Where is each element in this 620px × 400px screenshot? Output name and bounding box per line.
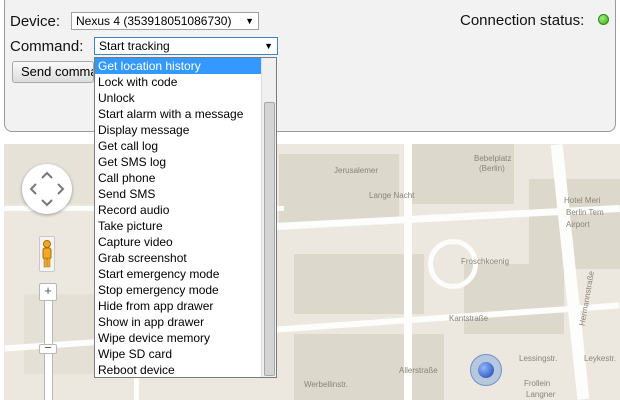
command-label: Command: bbox=[10, 38, 84, 55]
command-option[interactable]: Show in app drawer bbox=[95, 314, 263, 330]
map-label: Kantstraße bbox=[449, 314, 489, 323]
street-view-pegman[interactable] bbox=[39, 236, 55, 272]
command-option[interactable]: Unlock bbox=[95, 90, 263, 106]
map-label: Berlin Tem bbox=[566, 208, 604, 217]
map-label: Lessingstr. bbox=[519, 354, 558, 363]
command-option[interactable]: Hide from app drawer bbox=[95, 298, 263, 314]
command-option[interactable]: Reboot device bbox=[95, 362, 263, 378]
command-option[interactable]: Wipe SD card bbox=[95, 346, 263, 362]
pegman-icon bbox=[42, 240, 52, 268]
map-label: Hermannstraße bbox=[577, 270, 597, 327]
map-label: Allerstraße bbox=[399, 366, 438, 375]
map-label: Langner bbox=[526, 390, 556, 399]
connection-status-indicator bbox=[598, 14, 609, 25]
command-option[interactable]: Start alarm with a message bbox=[95, 106, 263, 122]
zoom-in-button[interactable]: + bbox=[39, 283, 57, 301]
map-label: Lange Nacht bbox=[369, 191, 415, 200]
command-option[interactable]: Call phone bbox=[95, 170, 263, 186]
map-label: Airport bbox=[566, 220, 590, 229]
map-block bbox=[404, 144, 514, 204]
map-label: Leykestr. bbox=[584, 354, 617, 363]
map-label: Hotel Meri bbox=[564, 196, 601, 205]
command-option[interactable]: Lock with code bbox=[95, 74, 263, 90]
chevron-down-icon: ▼ bbox=[264, 41, 273, 51]
command-select-value: Start tracking bbox=[99, 39, 170, 53]
command-option[interactable]: Get call log bbox=[95, 138, 263, 154]
map-label: (Berlin) bbox=[479, 164, 505, 173]
device-select[interactable]: Nexus 4 (353918051086730) ▼ bbox=[71, 12, 259, 30]
map-label: Froschkoenig bbox=[461, 257, 510, 266]
map-label: Werbellinstr. bbox=[304, 380, 348, 389]
command-option[interactable]: Take picture bbox=[95, 218, 263, 234]
send-command-button[interactable]: Send comma bbox=[12, 61, 94, 83]
map-road bbox=[404, 144, 412, 400]
device-location-marker[interactable] bbox=[470, 354, 502, 386]
map-label: Frollein bbox=[524, 379, 551, 388]
command-select[interactable]: Start tracking ▼ bbox=[94, 37, 278, 55]
device-label: Device: bbox=[10, 13, 61, 30]
dropdown-scrollbar[interactable] bbox=[261, 58, 276, 377]
command-option[interactable]: Display message bbox=[95, 122, 263, 138]
map-pan-control[interactable] bbox=[22, 164, 72, 214]
command-option[interactable]: Get location history bbox=[95, 58, 263, 74]
command-options: Get location history Lock with code Unlock… bbox=[95, 58, 276, 378]
command-option[interactable]: Stop emergency mode bbox=[95, 282, 263, 298]
map-block bbox=[464, 264, 564, 334]
command-option[interactable]: Get SMS log bbox=[95, 154, 263, 170]
command-option[interactable]: Grab screenshot bbox=[95, 250, 263, 266]
zoom-out-button[interactable]: − bbox=[39, 341, 57, 354]
location-dot-icon bbox=[478, 362, 494, 378]
device-select-value: Nexus 4 (353918051086730) bbox=[76, 14, 232, 28]
command-option[interactable]: Wipe device memory bbox=[95, 330, 263, 346]
map-label: Jerusalemer bbox=[334, 166, 379, 175]
pan-arrows-icon bbox=[29, 171, 65, 207]
command-dropdown-list[interactable]: Get location history Lock with code Unlock… bbox=[94, 57, 277, 378]
command-option[interactable]: Capture video bbox=[95, 234, 263, 250]
map-label: Bebelplatz bbox=[474, 154, 512, 163]
command-option[interactable]: Send SMS bbox=[95, 186, 263, 202]
dropdown-scrollbar-thumb[interactable] bbox=[264, 102, 275, 376]
chevron-down-icon: ▼ bbox=[245, 16, 254, 26]
map-block bbox=[279, 154, 399, 224]
command-option[interactable]: Record audio bbox=[95, 202, 263, 218]
connection-status-label: Connection status: bbox=[460, 12, 585, 29]
command-option[interactable]: Start emergency mode bbox=[95, 266, 263, 282]
